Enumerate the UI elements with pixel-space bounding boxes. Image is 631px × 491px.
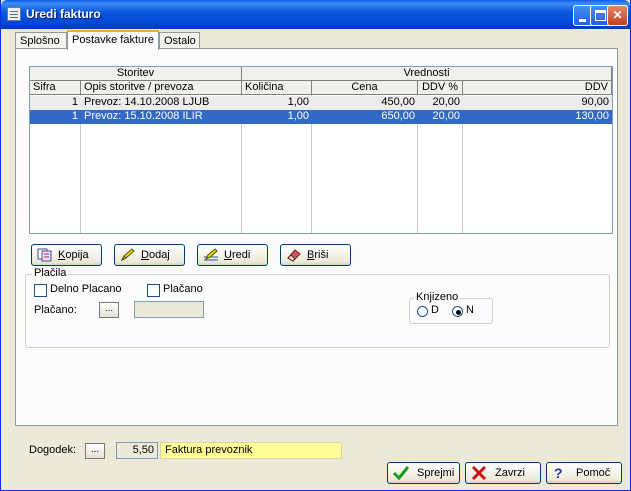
copy-button[interactable]: Kopija	[31, 244, 102, 266]
cell-ddv: 90,00	[581, 96, 609, 108]
table-row-selected[interactable]: 1 Prevoz: 15.10.2008 ILIR 1,00 650,00 20…	[30, 110, 612, 124]
eraser-icon	[287, 249, 301, 262]
discard-button-label: Zavrzi	[495, 467, 525, 479]
group-header-vrednosti: Vrednosti	[242, 67, 612, 81]
column-header-ddv[interactable]: DDV	[463, 81, 612, 95]
window-title: Uredi fakturo	[26, 7, 101, 21]
cell-ddv: 130,00	[575, 110, 609, 122]
checkmark-icon	[392, 466, 410, 481]
copy-button-label: opija	[65, 249, 89, 261]
add-button-label: odaj	[148, 249, 170, 261]
edit-button[interactable]: Uredi	[197, 244, 268, 266]
partially-paid-checkbox[interactable]	[34, 284, 47, 297]
payments-group-title: Plačila	[32, 267, 69, 279]
event-label: Dogodek:	[29, 444, 77, 456]
event-code-field[interactable]: 5,50	[116, 442, 158, 459]
posted-radio-d[interactable]	[417, 306, 428, 317]
help-button-label: Pomoč	[576, 467, 611, 479]
cell-ddv-pct: 20,00	[432, 96, 460, 108]
copy-icon	[37, 248, 52, 262]
close-icon: ✕	[612, 8, 623, 22]
minimize-icon	[579, 19, 586, 22]
posted-radio-d-label: D	[431, 304, 439, 316]
invoice-items-grid[interactable]: Storitev Vrednosti Sifra Opis storitve /…	[29, 66, 613, 234]
cell-cena: 450,00	[381, 96, 415, 108]
event-browse-button[interactable]: ...	[85, 443, 105, 459]
column-header-ddv-pct[interactable]: DDV %	[418, 81, 463, 95]
column-header-sifra[interactable]: Sifra	[30, 81, 81, 95]
tab-postavke-fakture[interactable]: Postavke fakture	[67, 30, 159, 50]
column-header-opis[interactable]: Opis storitve / prevoza	[81, 81, 242, 95]
paid-label: Plačano:	[34, 304, 77, 316]
cell-ddv-pct: 20,00	[432, 110, 460, 122]
delete-button[interactable]: Briši	[280, 244, 351, 266]
cell-opis: Prevoz: 15.10.2008 ILIR	[84, 110, 203, 122]
discard-button[interactable]: Zavrzi	[465, 462, 541, 484]
edit-invoice-window: Uredi fakturo ✕ Splošno Postavke fakture…	[0, 0, 631, 491]
column-header-kolicina[interactable]: Količina	[242, 81, 312, 95]
add-button[interactable]: Dodaj	[114, 244, 185, 266]
pencil-icon	[120, 248, 135, 262]
cross-icon	[471, 465, 487, 481]
maximize-icon	[595, 10, 606, 21]
posted-radio-n-label: N	[466, 304, 474, 316]
delete-button-label: riši	[314, 249, 329, 261]
edit-button-label: redi	[231, 249, 251, 261]
table-row[interactable]: 1 Prevoz: 14.10.2008 LJUB 1,00 450,00 20…	[30, 96, 612, 110]
title-bar[interactable]: Uredi fakturo ✕	[1, 0, 630, 29]
help-button[interactable]: ? Pomoč	[546, 462, 622, 484]
tab-splosno[interactable]: Splošno	[15, 32, 67, 49]
cell-cena: 650,00	[381, 110, 415, 122]
accept-button[interactable]: Sprejmi	[387, 462, 460, 484]
edit-pencil-icon	[204, 248, 218, 261]
partially-paid-label: Delno Placano	[50, 283, 122, 295]
paid-browse-button[interactable]: ...	[99, 302, 119, 318]
paid-checkbox-label: Plačano	[163, 283, 203, 295]
posted-group-title: Knjizeno	[414, 291, 461, 303]
cell-kolicina: 1,00	[287, 110, 309, 122]
close-button[interactable]: ✕	[607, 5, 628, 26]
group-header-storitev: Storitev	[30, 67, 242, 81]
tab-ostalo[interactable]: Ostalo	[159, 32, 200, 49]
cell-kolicina: 1,00	[287, 96, 309, 108]
cell-opis: Prevoz: 14.10.2008 LJUB	[84, 96, 210, 108]
document-icon	[7, 7, 21, 21]
accept-button-label: Sprejmi	[417, 467, 455, 479]
cell-sifra: 1	[71, 96, 78, 108]
cell-sifra: 1	[71, 110, 78, 122]
help-icon: ?	[554, 465, 563, 481]
edit-button-accesskey: U	[224, 249, 232, 261]
event-description-field[interactable]: Faktura prevoznik	[160, 442, 342, 459]
paid-checkbox[interactable]	[147, 284, 160, 297]
posted-radio-n[interactable]	[452, 306, 463, 317]
paid-value-field[interactable]	[134, 301, 204, 318]
add-button-accesskey: D	[141, 249, 149, 261]
column-header-cena[interactable]: Cena	[312, 81, 418, 95]
